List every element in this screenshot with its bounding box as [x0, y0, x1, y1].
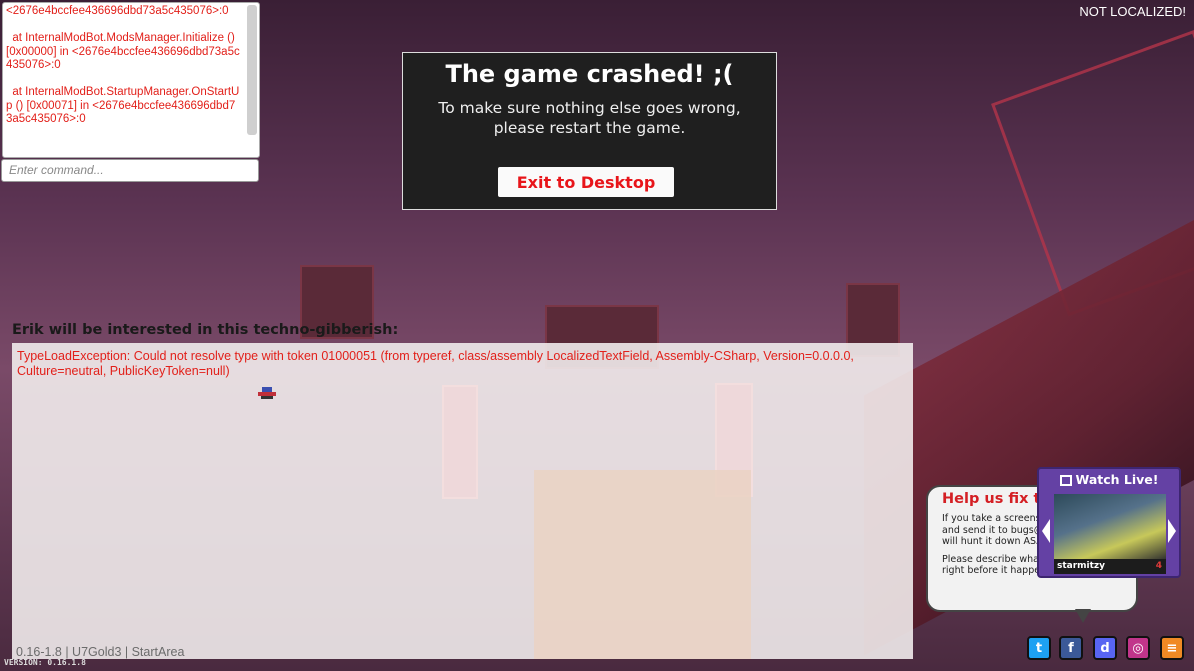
instagram-glyph: ◎: [1132, 640, 1144, 656]
blog-icon[interactable]: ≡: [1160, 636, 1184, 660]
twitter-icon[interactable]: t: [1027, 636, 1051, 660]
watch-live-widget[interactable]: Watch Live! starmitzy 4: [1037, 467, 1181, 578]
twitch-icon: [1059, 475, 1072, 486]
error-panel: TypeLoadException: Could not resolve typ…: [12, 343, 913, 659]
streamer-name-bar: starmitzy 4: [1054, 559, 1166, 574]
version-line: 0.16-1.8 | U7Gold3 | StartArea: [16, 645, 185, 659]
viewer-count: 4: [1155, 561, 1162, 571]
version-label: VERSION: 0.16.1.8: [4, 658, 86, 667]
error-panel-label: Erik will be interested in this techno-g…: [12, 322, 399, 338]
next-stream-arrow-icon[interactable]: [1168, 519, 1176, 543]
bubble-tail: [1075, 609, 1091, 623]
twitter-glyph: t: [1035, 640, 1043, 656]
not-localized-label: NOT LOCALIZED!: [1079, 4, 1186, 19]
discord-glyph: d: [1100, 640, 1110, 656]
blog-glyph: ≡: [1166, 640, 1178, 656]
previous-stream-arrow-icon[interactable]: [1042, 519, 1050, 543]
stream-thumbnail[interactable]: [1054, 494, 1166, 560]
robot-sprite-icon: [258, 387, 276, 399]
facebook-glyph: f: [1068, 640, 1074, 656]
streamer-name: starmitzy: [1057, 561, 1106, 571]
error-text: TypeLoadException: Could not resolve typ…: [17, 349, 854, 378]
instagram-icon[interactable]: ◎: [1126, 636, 1150, 660]
console-log-text: <2676e4bccfee436696dbd73a5c435076>:0 at …: [6, 5, 240, 125]
console-scrollbar[interactable]: [247, 5, 257, 135]
discord-icon[interactable]: d: [1093, 636, 1117, 660]
crash-message: To make sure nothing else goes wrong, pl…: [438, 99, 741, 137]
arena-door: [534, 470, 751, 659]
console-command-input[interactable]: Enter command...: [1, 159, 259, 182]
watch-live-header: Watch Live!: [1039, 472, 1179, 487]
exit-to-desktop-button[interactable]: Exit to Desktop: [498, 167, 674, 197]
facebook-icon[interactable]: f: [1059, 636, 1083, 660]
console-log[interactable]: <2676e4bccfee436696dbd73a5c435076>:0 at …: [2, 2, 260, 158]
crash-title: The game crashed! ;(: [445, 60, 734, 88]
crash-dialog: The game crashed! ;( To make sure nothin…: [402, 52, 777, 210]
watch-live-title: Watch Live!: [1075, 472, 1159, 487]
